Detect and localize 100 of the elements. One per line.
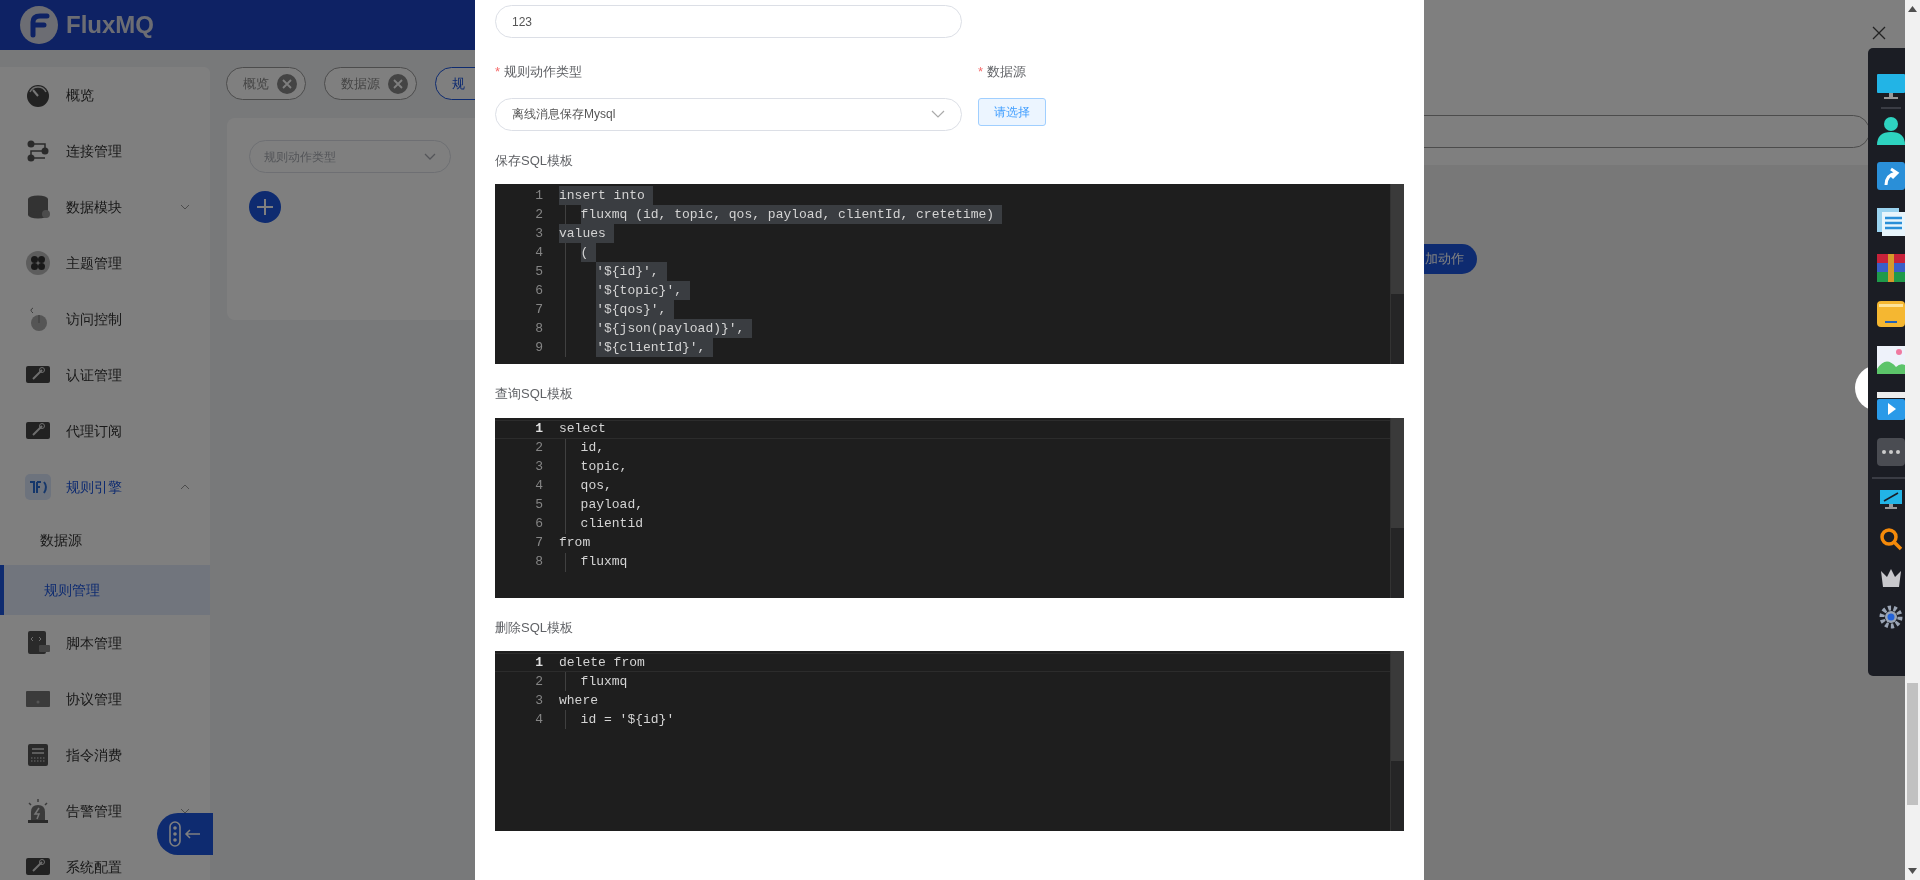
folder-icon[interactable] bbox=[1876, 299, 1906, 329]
sidebar-item[interactable]: 脚本管理 bbox=[0, 615, 210, 671]
tab[interactable]: 数据源 bbox=[324, 67, 417, 100]
submenu-item[interactable]: 数据源 bbox=[0, 515, 210, 565]
line-number: 5 bbox=[534, 262, 543, 281]
monitor-icon[interactable] bbox=[1876, 73, 1906, 101]
code-line: payload, bbox=[580, 496, 643, 515]
shortcut-icon[interactable] bbox=[1876, 161, 1906, 191]
gauge-icon bbox=[25, 82, 51, 108]
logo-text: FluxMQ bbox=[66, 10, 154, 40]
submenu-item[interactable]: 规则管理 bbox=[0, 565, 210, 615]
code-file-icon bbox=[25, 630, 51, 656]
crown-icon[interactable] bbox=[1879, 567, 1903, 589]
more-icon[interactable] bbox=[1876, 437, 1906, 467]
field-label: 规则动作类型 bbox=[504, 63, 583, 81]
sidebar-item[interactable]: 连接管理 bbox=[0, 123, 210, 179]
chevron-down-icon bbox=[424, 152, 436, 161]
line-number: 5 bbox=[534, 496, 543, 515]
select-value: 离线消息保存Mysql bbox=[512, 106, 616, 123]
collapse-button[interactable] bbox=[157, 813, 213, 855]
line-number: 6 bbox=[534, 281, 543, 300]
close-icon[interactable] bbox=[1872, 26, 1886, 40]
line-number: 3 bbox=[534, 458, 543, 477]
rule-engine-icon bbox=[25, 474, 51, 500]
sidebar-label: 脚本管理 bbox=[66, 633, 123, 653]
sidebar-item[interactable]: 指令消费 bbox=[0, 727, 210, 783]
code-line: topic, bbox=[580, 458, 628, 477]
scrollbar-thumb[interactable] bbox=[1907, 683, 1918, 805]
code-editor[interactable]: 1 select 2 id, 3 topic, 4 qos, 5 payload, 6 clientid 7 from 8 fluxmq bbox=[495, 417, 1404, 598]
line-number: 7 bbox=[534, 300, 543, 319]
editor-scrollbar[interactable] bbox=[1390, 184, 1404, 364]
code-line: delete from bbox=[559, 653, 645, 672]
line-number: 1 bbox=[534, 186, 543, 205]
video-icon[interactable] bbox=[1876, 391, 1906, 421]
chevron-down-icon bbox=[931, 110, 945, 118]
sidebar-label: 访问控制 bbox=[66, 309, 123, 329]
sidebar-item[interactable]: 代理订阅 bbox=[0, 403, 210, 459]
alarm-icon bbox=[25, 798, 51, 824]
code-line: fluxmq bbox=[580, 553, 628, 572]
line-number: 7 bbox=[534, 534, 543, 553]
editor-scrollbar[interactable] bbox=[1390, 417, 1404, 598]
code-line: from bbox=[559, 534, 591, 553]
sidebar-label: 连接管理 bbox=[66, 141, 123, 161]
code-line: id, bbox=[580, 439, 604, 458]
tab-label: 规 bbox=[452, 74, 465, 93]
sidebar-label: 规则引擎 bbox=[66, 477, 123, 497]
archive-icon[interactable] bbox=[1876, 253, 1906, 283]
monitor-icon[interactable] bbox=[1879, 489, 1903, 511]
line-number: 3 bbox=[534, 691, 543, 710]
image-icon[interactable] bbox=[1876, 345, 1906, 375]
close-icon[interactable] bbox=[277, 73, 297, 94]
scroll-down-icon[interactable] bbox=[1908, 868, 1917, 874]
line-number: 1 bbox=[534, 420, 543, 439]
line-number: 6 bbox=[534, 515, 543, 534]
line-number: 2 bbox=[534, 205, 543, 224]
person-icon[interactable] bbox=[1876, 115, 1906, 145]
code-line: id = '${id}' bbox=[580, 710, 675, 729]
sidebar-item[interactable]: 认证管理 bbox=[0, 347, 210, 403]
line-number: 4 bbox=[534, 710, 543, 729]
keyboard-icon bbox=[25, 742, 51, 768]
code-line: where bbox=[559, 691, 598, 710]
nodes-icon bbox=[25, 138, 51, 164]
line-number: 2 bbox=[534, 672, 543, 691]
code-editor[interactable]: 1 delete from 2 fluxmq 3 where 4 id = '${id}' bbox=[495, 651, 1404, 831]
sidebar-item[interactable]: 主题管理 bbox=[0, 235, 210, 291]
sidebar-item[interactable]: 协议管理 bbox=[0, 671, 210, 727]
required-mark: * bbox=[978, 63, 984, 81]
sidebar-label: 系统配置 bbox=[66, 857, 123, 877]
clover-icon bbox=[25, 250, 51, 276]
sidebar-item[interactable]: 规则引擎 bbox=[0, 459, 210, 515]
code-editor[interactable]: 1 insert into 2 fluxmq (id, topic, qos, payload, clientId, cretetime) 3 values 4 ( 5 '${id}', 6 '${topic}', 7 '${qos}', 8 '${json(payload)}', 9 '${clientId}', bbox=[495, 184, 1404, 364]
line-number: 4 bbox=[534, 477, 543, 496]
sidebar-item[interactable]: 访问控制 bbox=[0, 291, 210, 347]
required-mark: * bbox=[495, 63, 501, 81]
search-icon[interactable] bbox=[1879, 527, 1903, 551]
editor-label: 删除SQL模板 bbox=[495, 618, 574, 637]
line-number: 3 bbox=[534, 224, 543, 243]
sidebar-item[interactable]: 数据模块 bbox=[0, 179, 210, 235]
code-line: select bbox=[559, 420, 606, 439]
code-line: clientid bbox=[580, 515, 643, 534]
settings-icon[interactable] bbox=[1879, 605, 1903, 629]
code-line: qos, bbox=[580, 477, 612, 496]
sidebar-label: 协议管理 bbox=[66, 689, 123, 709]
sidebar-label: 认证管理 bbox=[66, 365, 123, 385]
scroll-up-icon[interactable] bbox=[1908, 6, 1917, 12]
sidebar-label: 代理订阅 bbox=[66, 421, 123, 441]
editor-scrollbar[interactable] bbox=[1390, 651, 1404, 831]
sidebar-item[interactable]: 概览 bbox=[0, 67, 210, 123]
sidebar-label: 告警管理 bbox=[66, 801, 123, 821]
close-icon[interactable] bbox=[388, 73, 408, 94]
line-number: 8 bbox=[534, 319, 543, 338]
editor-label: 查询SQL模板 bbox=[495, 385, 574, 403]
document-list-icon[interactable] bbox=[1876, 207, 1906, 237]
collapse-icon bbox=[168, 821, 202, 847]
logo-icon bbox=[20, 6, 58, 44]
line-number: 9 bbox=[534, 338, 543, 357]
select-datasource-button[interactable]: 请选择 bbox=[978, 97, 1046, 126]
field-value: 123 bbox=[512, 13, 533, 31]
add-button[interactable] bbox=[249, 191, 281, 223]
code-line: fluxmq bbox=[580, 672, 628, 691]
